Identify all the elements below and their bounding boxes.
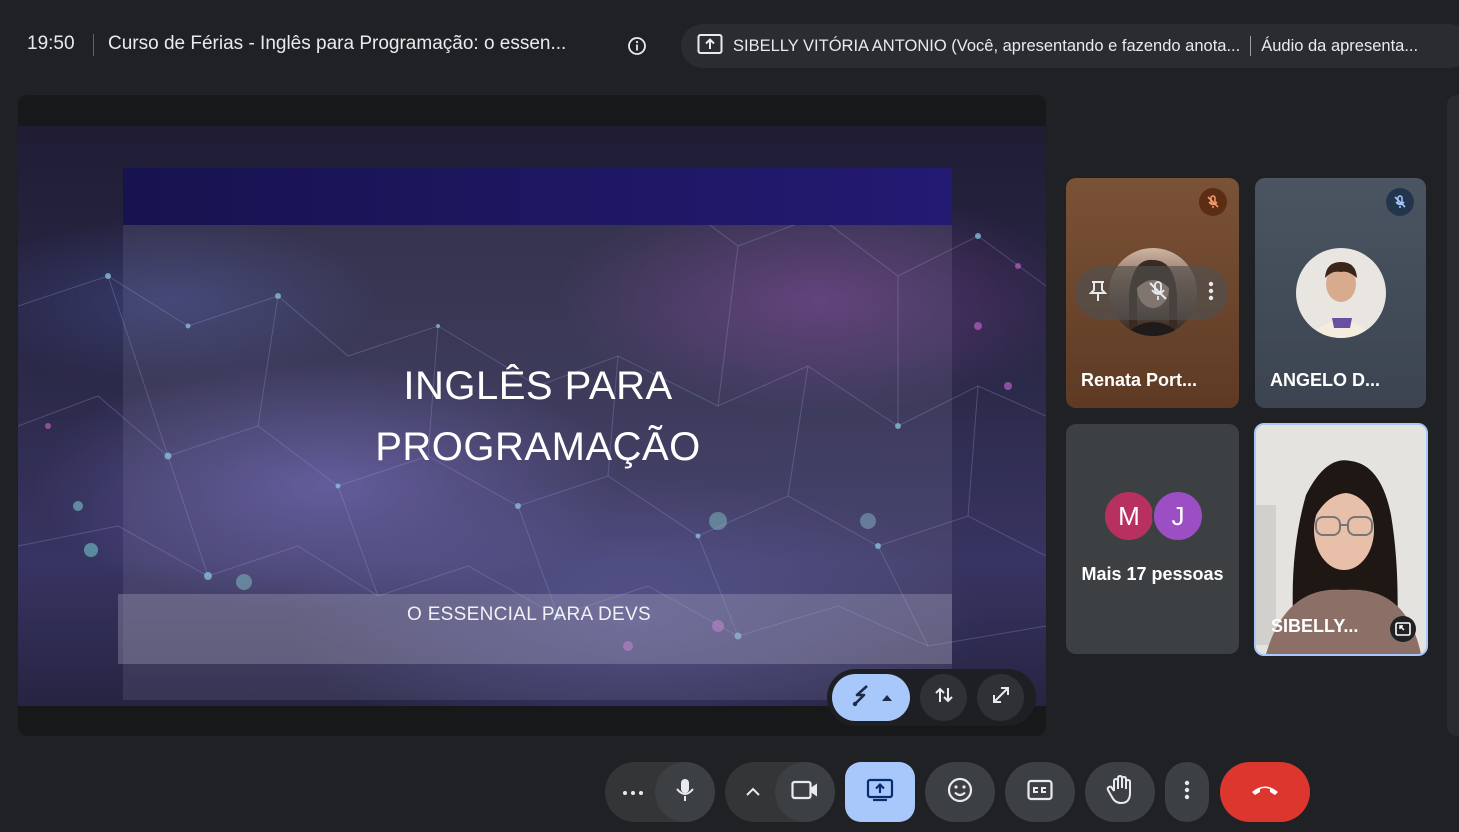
presentation-stage: INGLÊS PARA PROGRAMAÇÃO O ESSENCIAL PARA… [18, 95, 1046, 736]
mic-off-icon [1386, 188, 1414, 216]
presenting-banner[interactable]: SIBELLY VITÓRIA ANTONIO (Você, apresenta… [681, 24, 1459, 68]
more-participants-label: Mais 17 pessoas [1081, 564, 1224, 584]
camera-icon [791, 780, 819, 805]
audio-presentation-text: Áudio da apresenta... [1261, 36, 1419, 55]
swap-button[interactable] [920, 674, 967, 721]
separator [1250, 36, 1252, 56]
presentation-toolbar [827, 669, 1036, 726]
participant-tile-self[interactable]: SIBELLY... [1254, 423, 1428, 656]
slide: INGLÊS PARA PROGRAMAÇÃO O ESSENCIAL PARA… [18, 126, 1046, 706]
raise-hand-icon [1106, 774, 1134, 810]
end-call-icon [1250, 783, 1280, 802]
captions-icon [1027, 779, 1053, 806]
expand-icon [990, 684, 1012, 711]
reactions-button[interactable] [925, 762, 995, 822]
clock: 19:50 [27, 33, 75, 54]
camera-button[interactable] [775, 762, 835, 822]
participant-tile-angelo[interactable]: ANGELO D... [1255, 178, 1426, 408]
more-vert-icon[interactable] [1208, 280, 1214, 307]
picture-in-picture-icon[interactable] [1390, 616, 1416, 642]
fullscreen-button[interactable] [977, 674, 1024, 721]
caret-up-icon [881, 689, 893, 707]
mic-off-icon [1199, 188, 1227, 216]
end-call-button[interactable] [1220, 762, 1310, 822]
swap-icon [933, 684, 955, 711]
participant-tile-renata[interactable]: Renata Port... [1066, 178, 1239, 408]
side-panel-edge [1447, 95, 1459, 736]
mute-participant-icon[interactable] [1147, 280, 1169, 307]
more-options-button[interactable] [609, 762, 657, 822]
slide-title: INGLÊS PARA PROGRAMAÇÃO [375, 364, 701, 469]
divider [93, 34, 94, 56]
slide-subtitle: O ESSENCIAL PARA DEVS [407, 604, 651, 625]
raise-hand-button[interactable] [1085, 762, 1155, 822]
more-vert-icon [1184, 779, 1190, 806]
participant-name: SIBELLY... [1271, 616, 1359, 636]
slide-header-band [123, 168, 952, 225]
call-controls [0, 762, 1459, 822]
present-button[interactable] [845, 762, 915, 822]
info-icon[interactable] [625, 34, 649, 58]
mic-button[interactable] [655, 762, 715, 822]
annotate-button[interactable] [832, 674, 910, 721]
avatar [1296, 248, 1386, 338]
present-to-all-icon [697, 33, 723, 60]
present-to-all-icon [866, 778, 894, 807]
avatar-m: M [1103, 490, 1155, 542]
participant-name: Renata Port... [1081, 370, 1198, 390]
pin-icon[interactable] [1088, 280, 1108, 307]
top-bar: 19:50 Curso de Férias - Inglês para Prog… [0, 0, 1459, 90]
emoji-icon [947, 777, 973, 808]
tile-hover-actions [1075, 266, 1228, 320]
pen-icon [849, 682, 875, 713]
more-participants-tile[interactable]: M J Mais 17 pessoas [1066, 424, 1239, 654]
more-actions-button[interactable] [1165, 762, 1209, 822]
more-horiz-icon [622, 783, 644, 801]
participant-name: ANGELO D... [1270, 370, 1381, 390]
chevron-up-icon [746, 783, 760, 801]
mic-icon [674, 777, 696, 808]
camera-options-button[interactable] [729, 762, 777, 822]
avatar-j: J [1152, 490, 1204, 542]
captions-button[interactable] [1005, 762, 1075, 822]
presenting-text: SIBELLY VITÓRIA ANTONIO (Você, apresenta… [733, 36, 1241, 55]
meeting-title: Curso de Férias - Inglês para Programaçã… [108, 33, 567, 54]
